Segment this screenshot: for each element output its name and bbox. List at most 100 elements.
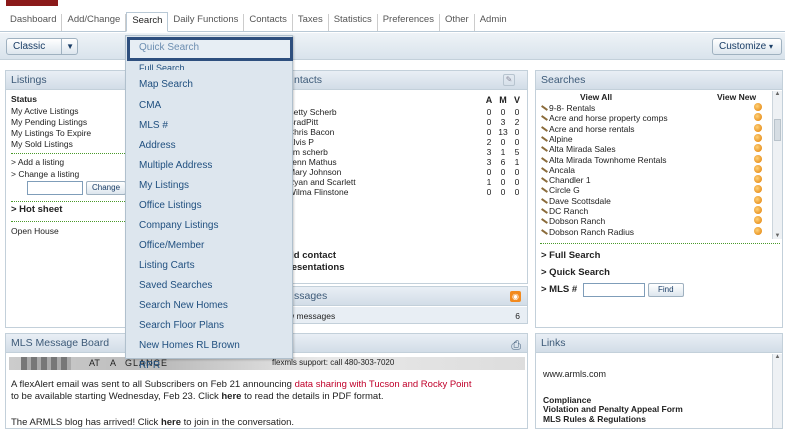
menu-item-search-floor-plans[interactable]: Search Floor Plans [139, 320, 224, 332]
tab-search[interactable]: Search [126, 12, 169, 32]
new-results-icon[interactable] [754, 195, 762, 204]
tab-contacts[interactable]: Contacts [244, 14, 293, 31]
menu-item-search-new-homes[interactable]: Search New Homes [139, 300, 228, 312]
menu-item-full-search[interactable]: Full Search [139, 64, 185, 70]
contact-name[interactable]: Chris Bacon [288, 127, 334, 138]
link-presentations[interactable]: resentations [288, 262, 345, 274]
menu-item-multiple-address[interactable]: Multiple Address [139, 160, 212, 172]
menu-item-saved-searches[interactable]: Saved Searches [139, 280, 212, 292]
saved-search-label[interactable]: Alpine [549, 134, 573, 145]
customize-button[interactable]: Customize ▾ [712, 38, 782, 55]
tab-taxes[interactable]: Taxes [293, 14, 329, 31]
new-results-icon[interactable] [754, 175, 762, 184]
contact-name[interactable]: Wilma Flinstone [288, 187, 348, 198]
link-listings-expire[interactable]: My Listings To Expire [11, 128, 91, 139]
saved-search-item[interactable]: Dobson Ranch Radius [536, 226, 770, 238]
link-full-search[interactable]: > Full Search [541, 250, 600, 262]
new-results-icon[interactable] [754, 185, 762, 194]
scroll-thumb[interactable] [774, 119, 781, 141]
saved-search-item[interactable]: 9-8- Rentals [536, 103, 770, 113]
saved-search-item[interactable]: DC Ranch [536, 206, 770, 216]
link-view-all[interactable]: View All [580, 92, 612, 103]
menu-item-company-listings[interactable]: Company Listings [139, 220, 218, 232]
saved-search-label[interactable]: 9-8- Rentals [549, 103, 595, 114]
new-results-icon[interactable] [754, 113, 762, 122]
tab-dashboard[interactable]: Dashboard [5, 14, 63, 31]
link-violation-form[interactable]: Violation and Penalty Appeal Form [543, 404, 683, 415]
link-sold-listings[interactable]: My Sold Listings [11, 139, 73, 150]
menu-item-new-homes-rl-brown[interactable]: New Homes RL Brown [139, 340, 240, 352]
tab-preferences[interactable]: Preferences [378, 14, 440, 31]
menu-item-office-member[interactable]: Office/Member [139, 240, 204, 252]
tab-statistics[interactable]: Statistics [329, 14, 378, 31]
menu-item-cma[interactable]: CMA [139, 100, 161, 112]
tab-other[interactable]: Other [440, 14, 475, 31]
saved-search-label[interactable]: Acre and horse rentals [549, 124, 635, 135]
scroll-down-icon[interactable]: ▼ [773, 233, 782, 239]
link-quick-search[interactable]: > Quick Search [541, 267, 610, 279]
mls-number-input[interactable] [583, 283, 645, 297]
board-msg2-here-link[interactable]: here [161, 417, 181, 428]
menu-item-map-search[interactable]: Map Search [139, 79, 193, 91]
new-results-icon[interactable] [754, 154, 762, 163]
new-results-icon[interactable] [754, 133, 762, 142]
saved-search-item[interactable]: Alpine [536, 133, 770, 145]
saved-search-label[interactable]: Dobson Ranch [549, 216, 605, 227]
saved-search-item[interactable]: Circle G [536, 185, 770, 195]
link-view-new[interactable]: View New [717, 92, 756, 103]
board-msg1-highlight[interactable]: data sharing with Tucson and Rocky Point [295, 379, 472, 390]
saved-search-label[interactable]: Circle G [549, 185, 580, 196]
rss-icon[interactable]: ◉ [510, 291, 521, 302]
link-armls-site[interactable]: www.armls.com [543, 369, 606, 380]
link-rules-regulations[interactable]: MLS Rules & Regulations [543, 414, 646, 425]
find-button[interactable]: Find [648, 283, 684, 297]
board-msg1-here-link[interactable]: here [221, 391, 241, 402]
saved-search-item[interactable]: Acre and horse rentals [536, 123, 770, 135]
view-select[interactable]: Classic ▼ [6, 38, 78, 55]
saved-search-item[interactable]: Dave Scottsdale [536, 195, 770, 207]
contact-name[interactable]: im scherb [291, 147, 328, 158]
saved-search-item[interactable]: Acre and horse property comps [536, 113, 770, 123]
saved-search-label[interactable]: Alta Mirada Sales [549, 144, 616, 155]
link-add-contact[interactable]: dd contact [288, 250, 336, 262]
menu-item-quick-search[interactable]: Quick Search [139, 42, 199, 54]
saved-search-label[interactable]: Ancala [549, 165, 575, 176]
link-active-listings[interactable]: My Active Listings [11, 106, 79, 117]
link-change-listing[interactable]: > Change a listing [11, 169, 79, 180]
contact-name[interactable]: Jenn Mathus [288, 157, 337, 168]
contact-name[interactable]: Betty Scherb [288, 107, 337, 118]
new-results-icon[interactable] [754, 103, 762, 111]
searches-scrollbar[interactable]: ▲ ▼ [772, 91, 782, 239]
link-hot-sheet[interactable]: > Hot sheet [11, 204, 62, 216]
link-pending-listings[interactable]: My Pending Listings [11, 117, 87, 128]
saved-search-label[interactable]: Chandler 1 [549, 175, 591, 186]
contacts-settings-icon[interactable]: ✎ [503, 74, 515, 86]
saved-search-label[interactable]: Alta Mirada Townhome Rentals [549, 155, 667, 166]
menu-item-my-listings[interactable]: My Listings [139, 180, 189, 192]
menu-item-address[interactable]: Address [139, 140, 176, 152]
link-open-house[interactable]: Open House [11, 226, 59, 237]
saved-search-label[interactable]: Dave Scottsdale [549, 196, 611, 207]
tab-daily-functions[interactable]: Daily Functions [168, 14, 245, 31]
print-icon[interactable]: ⎙ [511, 336, 521, 355]
saved-search-item[interactable]: Dobson Ranch [536, 216, 770, 226]
new-results-icon[interactable] [754, 226, 762, 235]
menu-item-mls[interactable]: MLS # [139, 120, 168, 132]
saved-search-label[interactable]: DC Ranch [549, 206, 588, 217]
contact-name[interactable]: Mary Johnson [288, 167, 341, 178]
new-results-icon[interactable] [754, 206, 762, 214]
saved-search-item[interactable]: Alta Mirada Sales [536, 144, 770, 154]
change-button[interactable]: Change [86, 181, 127, 195]
contact-name[interactable]: Ryan and Scarlett [288, 177, 356, 188]
link-add-listing[interactable]: > Add a listing [11, 157, 64, 168]
new-results-icon[interactable] [754, 216, 762, 225]
links-scrollbar[interactable]: ▲ [772, 354, 782, 428]
scroll-up-icon[interactable]: ▲ [773, 91, 782, 97]
new-results-icon[interactable] [754, 144, 762, 153]
new-results-icon[interactable] [754, 164, 762, 173]
saved-search-item[interactable]: Chandler 1 [536, 175, 770, 185]
tab-admin[interactable]: Admin [475, 14, 512, 31]
new-results-icon[interactable] [754, 123, 762, 132]
tab-add-change[interactable]: Add/Change [62, 14, 127, 31]
saved-search-label[interactable]: Dobson Ranch Radius [549, 227, 634, 238]
